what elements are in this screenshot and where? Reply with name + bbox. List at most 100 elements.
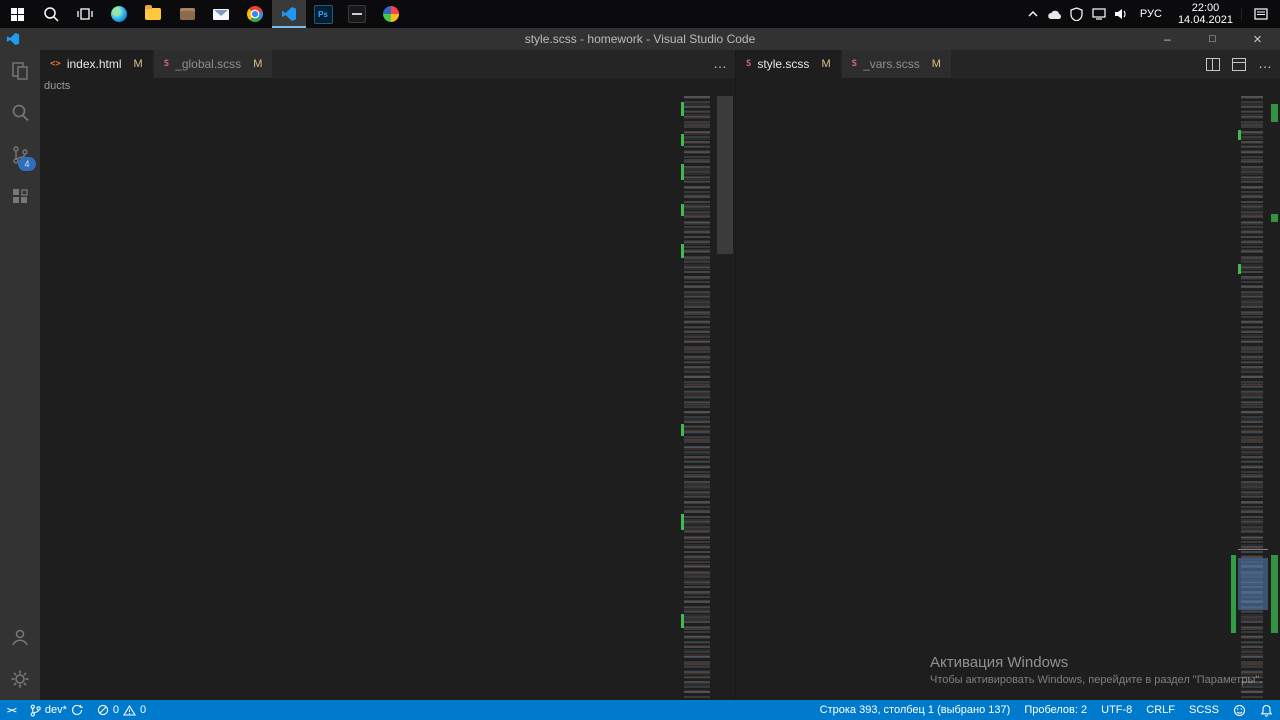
- maximize-button[interactable]: [1190, 28, 1235, 50]
- taskbar-app-mail[interactable]: [204, 0, 238, 28]
- search-button[interactable]: [34, 0, 68, 28]
- tab-_global.scss[interactable]: S _global.scss M: [153, 50, 274, 78]
- gear-icon: [11, 670, 29, 688]
- branch-icon: [30, 704, 41, 717]
- taskbar-app-explorer[interactable]: [136, 0, 170, 28]
- files-icon: [12, 62, 28, 80]
- code-area[interactable]: [736, 94, 1238, 96]
- chevron-up-icon: [1028, 11, 1038, 17]
- hidden-icons-chevron[interactable]: [1022, 10, 1044, 18]
- minimap[interactable]: [1238, 94, 1268, 700]
- modified-badge: M: [821, 58, 831, 70]
- breadcrumb: [736, 78, 1280, 94]
- briefcase-icon: [179, 8, 195, 20]
- clock[interactable]: 22:00 14.04.2021: [1170, 2, 1241, 26]
- media-app-icon: [383, 6, 399, 22]
- git-added-mark: [681, 514, 684, 530]
- clock-time: 22:00: [1191, 2, 1220, 14]
- scrollbar[interactable]: [715, 94, 735, 700]
- start-button[interactable]: [0, 0, 34, 28]
- eol-item[interactable]: CRLF: [1139, 700, 1182, 720]
- encoding-item[interactable]: UTF-8: [1094, 700, 1139, 720]
- more-actions-icon[interactable]: [1258, 55, 1272, 73]
- account-icon: [12, 629, 28, 646]
- photoshop-icon: [313, 4, 333, 24]
- warnings-icon: [123, 704, 136, 716]
- explorer-view-button[interactable]: [0, 50, 40, 92]
- tab-style.scss[interactable]: Sstyle.scss M: [736, 50, 842, 78]
- more-actions-icon[interactable]: [713, 55, 727, 73]
- modified-badge: M: [931, 58, 941, 70]
- overview-added-mark: [1271, 555, 1278, 633]
- source-control-view-button[interactable]: 4: [0, 134, 40, 176]
- indentation-item[interactable]: Пробелов: 2: [1017, 700, 1094, 720]
- toggle-layout-icon[interactable]: [1232, 57, 1246, 71]
- taskbar-app-capture[interactable]: [340, 0, 374, 28]
- feedback-item[interactable]: [1226, 700, 1253, 720]
- tray-network[interactable]: [1088, 8, 1110, 20]
- taskbar-app-media[interactable]: [374, 0, 408, 28]
- git-added-mark: [681, 164, 684, 180]
- git-added-mark: [681, 102, 684, 116]
- tab-bar-right: Sstyle.scss M S _vars.scss M: [736, 50, 1280, 78]
- editor-scss[interactable]: [736, 94, 1280, 700]
- language-mode-item[interactable]: SCSS: [1182, 700, 1226, 720]
- errors-icon: [97, 704, 109, 716]
- code-area[interactable]: [40, 94, 681, 96]
- taskbar-app-edge[interactable]: [102, 0, 136, 28]
- tab-label: _vars.scss: [863, 57, 920, 71]
- action-center-icon: [1254, 7, 1268, 20]
- branch-name: dev*: [44, 704, 67, 716]
- taskbar-app-vscode[interactable]: [272, 0, 306, 28]
- bell-icon: [1260, 704, 1273, 717]
- editor-html[interactable]: [40, 94, 735, 700]
- tray-onedrive[interactable]: [1044, 9, 1066, 20]
- tab-index.html[interactable]: <> index.html M: [40, 50, 154, 78]
- search-view-button[interactable]: [0, 92, 40, 134]
- extensions-view-button[interactable]: [0, 176, 40, 218]
- cursor-position-item[interactable]: Строка 393, столбец 1 (выбрано 137): [813, 700, 1018, 720]
- window-title: style.scss - homework - Visual Studio Co…: [524, 32, 756, 46]
- taskbar-app-chrome[interactable]: [238, 0, 272, 28]
- tab-label: style.scss: [757, 57, 810, 71]
- tab-_vars.scss[interactable]: S _vars.scss M: [841, 50, 952, 78]
- git-added-mark: [681, 204, 684, 216]
- tabs-right: Sstyle.scss M S _vars.scss M: [736, 50, 952, 78]
- mail-icon: [213, 8, 229, 20]
- split-editor-icon[interactable]: [1206, 57, 1220, 71]
- overview-added-mark: [1271, 214, 1278, 222]
- chrome-icon: [247, 6, 263, 22]
- breadcrumb-item[interactable]: ducts: [44, 80, 70, 92]
- vscode-icon: [282, 7, 296, 21]
- vscode-logo-icon: [6, 32, 20, 46]
- taskbar-app-files[interactable]: [170, 0, 204, 28]
- taskbar-app-photoshop[interactable]: [306, 0, 340, 28]
- notifications-item[interactable]: [1253, 700, 1280, 720]
- warning-count: 0: [140, 704, 147, 716]
- tab-bar-left: <> index.html M S _global.scss M: [40, 50, 735, 78]
- remote-indicator[interactable]: [0, 700, 23, 720]
- search-icon: [44, 7, 59, 22]
- vscode-titlebar: style.scss - homework - Visual Studio Co…: [0, 28, 1280, 50]
- tab-label: index.html: [66, 57, 122, 71]
- overview-ruler[interactable]: [1268, 94, 1280, 700]
- account-button[interactable]: [0, 616, 40, 658]
- minimap[interactable]: [681, 94, 715, 700]
- settings-button[interactable]: [0, 658, 40, 700]
- error-count: 0: [112, 704, 119, 716]
- language-indicator[interactable]: РУС: [1132, 8, 1170, 20]
- task-view-button[interactable]: [68, 0, 102, 28]
- problems-item[interactable]: 0 0: [90, 700, 153, 720]
- action-center-button[interactable]: [1241, 7, 1280, 21]
- tray-defender[interactable]: [1066, 7, 1088, 21]
- tray-volume[interactable]: [1110, 8, 1132, 20]
- close-button[interactable]: [1235, 28, 1280, 50]
- modified-badge: M: [253, 58, 263, 70]
- scrollbar-thumb[interactable]: [717, 96, 733, 254]
- screen: РУС 22:00 14.04.2021 style.scss - homewo…: [0, 0, 1280, 720]
- git-branch-item[interactable]: dev*: [23, 700, 90, 720]
- folder-icon: [145, 5, 161, 20]
- git-added-mark: [1238, 130, 1241, 140]
- minimap-content: [684, 96, 710, 698]
- minimize-button[interactable]: [1145, 28, 1190, 50]
